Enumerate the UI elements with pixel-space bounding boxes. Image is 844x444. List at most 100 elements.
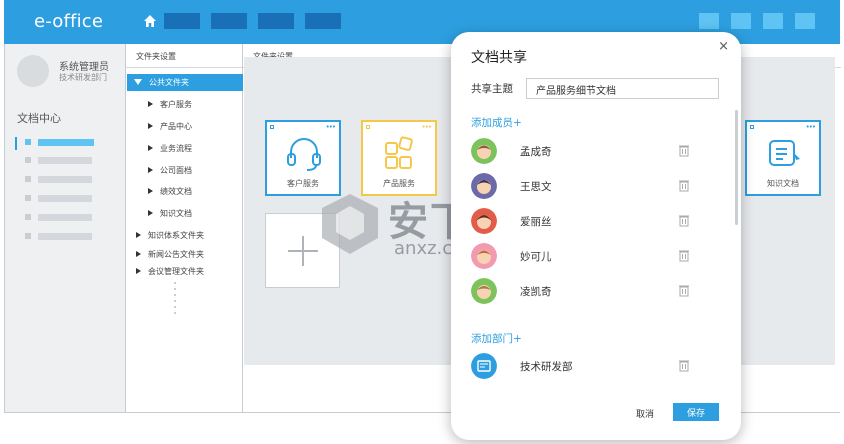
avatar xyxy=(471,243,497,269)
sidebar-section-title: 文档中心 xyxy=(17,112,61,125)
user-dept: 技术研发部门 xyxy=(59,73,107,82)
member-name: 爱丽丝 xyxy=(520,216,552,228)
toolbar-button-2[interactable] xyxy=(731,13,751,29)
folder-card-product-service[interactable]: ••• 产品服务 xyxy=(361,120,437,196)
nav-item-1[interactable] xyxy=(164,13,200,29)
caret-right-icon xyxy=(148,188,153,194)
tree-item[interactable]: 会议管理文件夹 xyxy=(136,266,204,277)
toolbar-button-1[interactable] xyxy=(699,13,719,29)
save-button[interactable]: 保存 xyxy=(673,403,719,421)
trash-icon[interactable] xyxy=(679,144,689,157)
nav-item-4[interactable] xyxy=(305,13,341,29)
tree-item-label: 产品中心 xyxy=(160,122,192,131)
sidebar-item[interactable] xyxy=(15,174,115,186)
tree-item-label: 会议管理文件夹 xyxy=(148,267,204,276)
card-label: 知识文档 xyxy=(767,179,799,188)
caret-down-icon xyxy=(134,79,142,85)
caret-right-icon xyxy=(148,210,153,216)
trash-icon[interactable] xyxy=(679,214,689,227)
tree-item[interactable]: 知识体系文件夹 xyxy=(136,230,204,241)
members-scrollbar[interactable] xyxy=(735,110,738,225)
folder-card-customer-service[interactable]: ••• 客户服务 xyxy=(265,120,341,196)
document-icon xyxy=(769,140,800,166)
tree-item-selected[interactable]: 公共文件夹 xyxy=(127,74,243,91)
bullet-icon xyxy=(25,214,31,220)
app-title: e-office xyxy=(34,11,104,32)
tree-child-item[interactable]: 客户服务 xyxy=(148,99,192,110)
trash-icon[interactable] xyxy=(679,284,689,297)
tree-item-label: 公共文件夹 xyxy=(149,78,189,87)
plus-icon xyxy=(302,236,304,266)
more-dot xyxy=(174,294,176,296)
tree-child-item[interactable]: 产品中心 xyxy=(148,121,192,132)
toolbar-button-4[interactable] xyxy=(795,13,815,29)
trash-icon[interactable] xyxy=(679,249,689,262)
member-row: 孟成奇 xyxy=(471,138,711,164)
sidebar-item-active[interactable] xyxy=(15,137,115,150)
department-row: 技术研发部 xyxy=(471,353,711,379)
avatar xyxy=(471,278,497,304)
checkbox-icon[interactable] xyxy=(366,125,370,129)
bullet-icon xyxy=(25,176,31,182)
member-name: 妙可儿 xyxy=(520,251,552,263)
add-department-link[interactable]: 添加部门+ xyxy=(471,331,522,346)
tree-child-item[interactable]: 公司面档 xyxy=(148,165,192,176)
folder-card-knowledge-docs[interactable]: ••• 知识文档 xyxy=(745,120,821,196)
department-icon xyxy=(471,353,497,379)
tree-item-label: 绩效文档 xyxy=(160,187,192,196)
home-icon[interactable] xyxy=(143,14,157,28)
toolbar-button-3[interactable] xyxy=(763,13,783,29)
sidebar-item-placeholder xyxy=(38,139,94,146)
tree-item-label: 公司面档 xyxy=(160,166,192,175)
tree-child-item[interactable]: 知识文档 xyxy=(148,208,192,219)
sidebar-item[interactable] xyxy=(15,231,115,243)
more-dot xyxy=(174,306,176,308)
more-options-icon[interactable]: ••• xyxy=(326,124,336,131)
folder-tree: 文件夹设置 公共文件夹 客户服务 产品中心 业务流程 公司面档 绩效文档 知识文… xyxy=(126,44,243,412)
sidebar-item[interactable] xyxy=(15,155,115,167)
sidebar-item[interactable] xyxy=(15,193,115,205)
member-row: 凌凯奇 xyxy=(471,278,711,304)
cancel-button[interactable]: 取消 xyxy=(636,407,654,420)
member-row: 妙可儿 xyxy=(471,243,711,269)
member-row: 王思文 xyxy=(471,173,711,199)
headset-icon xyxy=(287,138,321,171)
subject-input[interactable]: 产品服务细节文档 xyxy=(526,78,719,99)
tree-child-item[interactable]: 绩效文档 xyxy=(148,186,192,197)
nav-item-3[interactable] xyxy=(258,13,294,29)
trash-icon[interactable] xyxy=(679,179,689,192)
member-name: 王思文 xyxy=(520,181,552,193)
trash-icon[interactable] xyxy=(679,359,689,372)
tree-item-label: 客户服务 xyxy=(160,100,192,109)
sidebar-item-placeholder xyxy=(38,195,92,202)
bullet-icon xyxy=(25,157,31,163)
avatar xyxy=(471,173,497,199)
checkbox-icon[interactable] xyxy=(750,125,754,129)
more-options-icon[interactable]: ••• xyxy=(422,124,432,131)
more-options-icon[interactable]: ••• xyxy=(806,124,816,131)
sidebar-item[interactable] xyxy=(15,212,115,224)
close-icon[interactable]: × xyxy=(718,39,729,54)
caret-right-icon xyxy=(136,251,141,257)
member-row: 爱丽丝 xyxy=(471,208,711,234)
sidebar-item-placeholder xyxy=(38,214,92,221)
tree-item-label: 新闻公告文件夹 xyxy=(148,250,204,259)
avatar xyxy=(471,138,497,164)
active-indicator xyxy=(15,137,17,150)
tree-item-label: 业务流程 xyxy=(160,144,192,153)
sidebar-item-placeholder xyxy=(38,233,92,240)
nav-item-2[interactable] xyxy=(211,13,247,29)
add-member-link[interactable]: 添加成员+ xyxy=(471,115,522,130)
tree-child-item[interactable]: 业务流程 xyxy=(148,143,192,154)
subject-label: 共享主题 xyxy=(471,83,513,95)
tree-item[interactable]: 新闻公告文件夹 xyxy=(136,249,204,260)
user-name: 系统管理员 xyxy=(59,62,109,73)
avatar[interactable] xyxy=(17,55,49,87)
checkbox-icon[interactable] xyxy=(270,125,274,129)
more-dot xyxy=(174,300,176,302)
more-dot xyxy=(174,312,176,314)
blocks-icon xyxy=(385,136,413,169)
member-name: 孟成奇 xyxy=(520,146,552,158)
more-dot xyxy=(174,288,176,290)
dialog-title: 文档共享 xyxy=(471,50,527,66)
